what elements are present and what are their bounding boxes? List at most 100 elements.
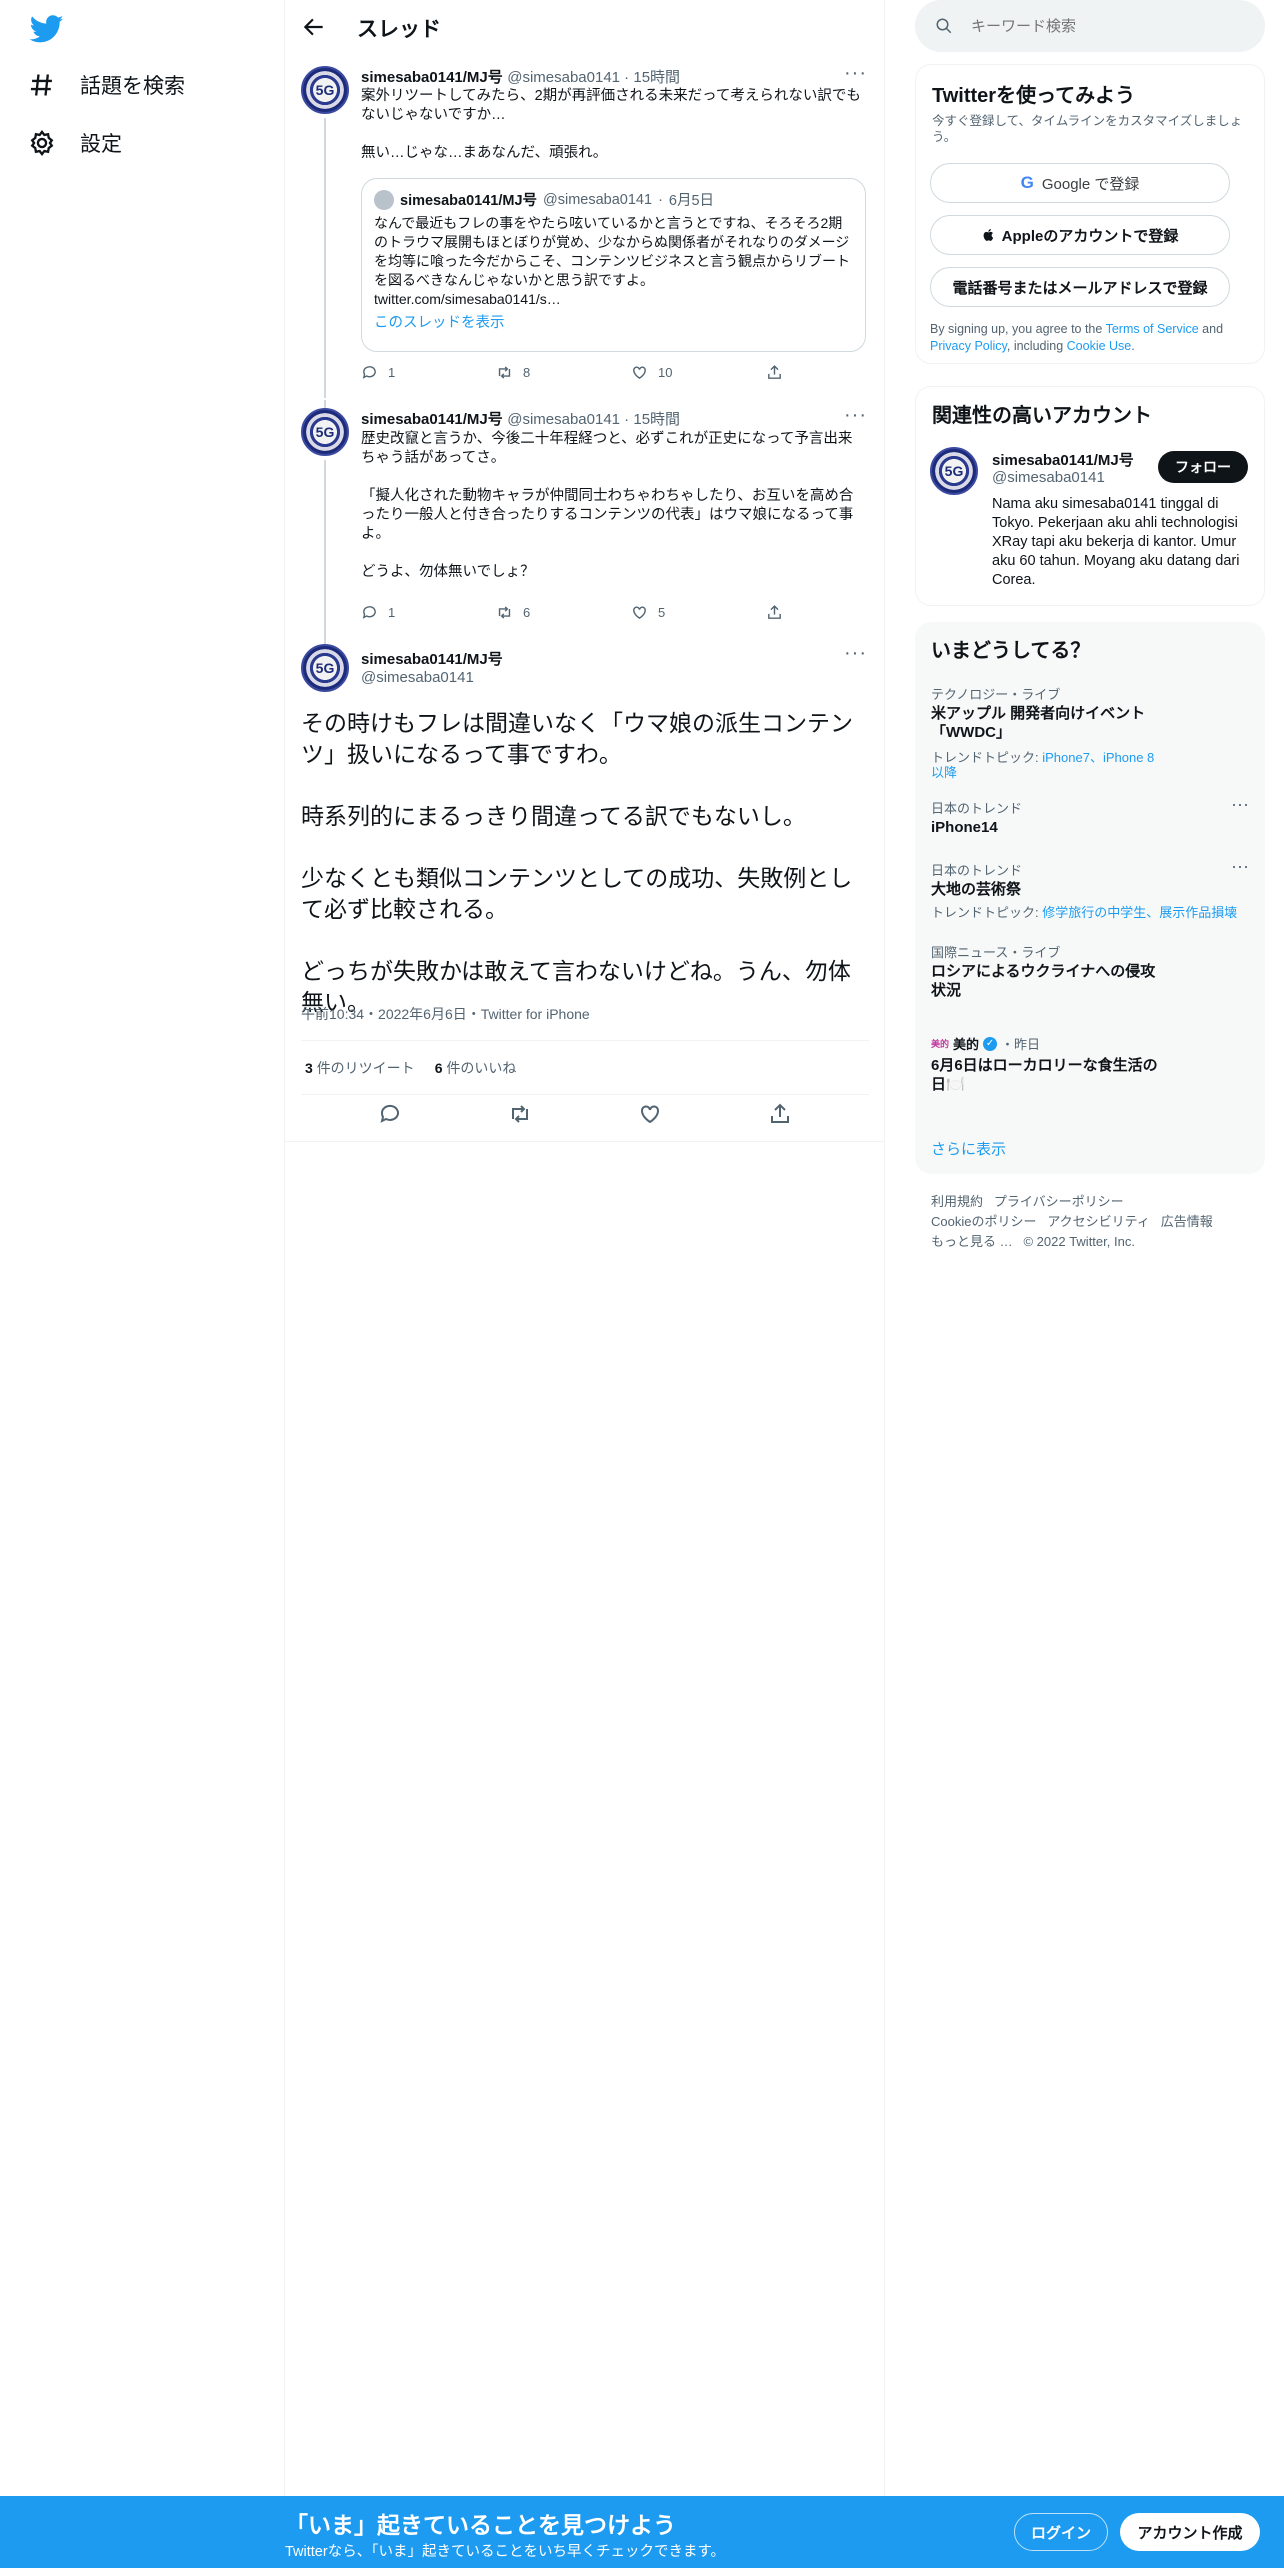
more-options-icon[interactable]: ··· bbox=[844, 642, 867, 665]
trend-title: iPhone14 bbox=[931, 819, 998, 836]
related-account-name[interactable]: simesaba0141/MJ号 bbox=[992, 449, 1134, 470]
author-name[interactable]: simesaba0141/MJ号 bbox=[361, 648, 503, 669]
author-name[interactable]: simesaba0141/MJ号 bbox=[361, 411, 503, 428]
verified-badge-icon: ✓ bbox=[983, 1036, 998, 1051]
trend-subtitle-prefix: トレンドトピック: bbox=[931, 750, 1043, 765]
privacy-policy-link[interactable]: Privacy Policy bbox=[930, 339, 1007, 353]
trend-category: 国際ニュース・ライブ bbox=[931, 945, 1061, 960]
trend-topic-links[interactable]: 修学旅行の中学生、展示作品損壊 bbox=[1042, 905, 1237, 920]
avatar-text: 5G bbox=[315, 660, 335, 676]
login-button[interactable]: ログイン bbox=[1014, 2513, 1108, 2551]
footer-more-link[interactable]: もっと見る … bbox=[931, 1234, 1013, 1249]
tweet-text: 歴史改竄と言うか、今後二十年程経つと、必ずこれが正史になって予言出来ちゃう話があ… bbox=[361, 431, 854, 580]
retweet-count: 8 bbox=[523, 365, 531, 380]
avatar-text: 5G bbox=[315, 82, 335, 98]
like-button[interactable]: 5 bbox=[631, 604, 766, 621]
google-signup-button[interactable]: G Google で登録 bbox=[930, 163, 1230, 203]
heart-icon[interactable] bbox=[638, 1102, 662, 1126]
twitter-logo-icon[interactable] bbox=[30, 12, 64, 46]
more-options-icon[interactable]: ··· bbox=[1231, 856, 1249, 877]
likes-stat-label: 件のいいね bbox=[446, 1060, 517, 1076]
tweet-timestamp[interactable]: 午前10:34・2022年6月6日・Twitter for iPhone bbox=[301, 1004, 590, 1024]
terms-of-service-link[interactable]: Terms of Service bbox=[1106, 322, 1199, 336]
trend-item[interactable]: 日本のトレンド 大地の芸術祭 トレンドトピック: 修学旅行の中学生、展示作品損壊… bbox=[915, 856, 1265, 930]
footer-ads-link[interactable]: 広告情報 bbox=[1161, 1214, 1213, 1229]
show-more-link[interactable]: さらに表示 bbox=[931, 1138, 1006, 1159]
trend-item[interactable]: 美的 美的 ✓ ・昨日 6月6日はローカロリーな食生活の日🍽️ bbox=[915, 1034, 1265, 1104]
avatar[interactable]: 5G bbox=[301, 644, 349, 692]
retweet-icon bbox=[498, 366, 511, 379]
like-button[interactable]: 10 bbox=[631, 364, 766, 381]
thread-connector bbox=[324, 632, 326, 644]
nav-settings[interactable]: 設定 bbox=[28, 128, 122, 158]
retweet-icon[interactable] bbox=[508, 1102, 532, 1126]
retweet-button[interactable]: 6 bbox=[496, 604, 631, 621]
show-thread-link[interactable]: このスレッドを表示 bbox=[374, 311, 853, 332]
search-input[interactable] bbox=[969, 16, 1229, 36]
retweet-button[interactable]: 8 bbox=[496, 364, 631, 381]
footer-cookie-link[interactable]: Cookieのポリシー bbox=[931, 1214, 1036, 1229]
footer-terms-link[interactable]: 利用規約 bbox=[931, 1194, 983, 1209]
reply-icon[interactable] bbox=[378, 1102, 402, 1126]
quote-time: 6月5日 bbox=[668, 193, 715, 209]
thread-connector bbox=[324, 118, 326, 398]
author-name[interactable]: simesaba0141/MJ号 bbox=[361, 69, 503, 86]
trend-item[interactable]: 日本のトレンド iPhone14 ··· bbox=[915, 794, 1265, 858]
bottom-signup-bar: 「いま」起きていることを見つけよう Twitterなら、「いま」起きていることを… bbox=[0, 2496, 1284, 2568]
footer-accessibility-link[interactable]: アクセシビリティ bbox=[1047, 1214, 1150, 1229]
like-count: 10 bbox=[658, 365, 673, 380]
tweet-time[interactable]: 15時間 bbox=[633, 411, 680, 428]
retweet-count: 6 bbox=[523, 605, 531, 620]
nav-explore[interactable]: 話題を検索 bbox=[28, 70, 185, 100]
avatar-text: 5G bbox=[944, 463, 964, 479]
share-icon[interactable] bbox=[768, 1102, 792, 1126]
quote-author-line: simesaba0141/MJ号 @simesaba0141 · 6月5日 bbox=[374, 189, 853, 210]
signup-subtitle: 今すぐ登録して、タイムラインをカスタマイズしましょう。 bbox=[932, 114, 1243, 144]
thread-tweet-2[interactable]: 5G simesaba0141/MJ号 @simesaba0141 · 15時間… bbox=[285, 400, 885, 640]
retweets-stat[interactable]: 3 件のリツイート bbox=[305, 1058, 415, 1078]
author-handle: @simesaba0141 bbox=[507, 411, 621, 428]
nav-settings-label: 設定 bbox=[80, 133, 122, 156]
retweets-stat-count: 3 bbox=[305, 1060, 313, 1076]
quote-tweet[interactable]: simesaba0141/MJ号 @simesaba0141 · 6月5日 なんで最… bbox=[361, 178, 866, 352]
search-bar[interactable] bbox=[915, 0, 1265, 52]
reply-count: 1 bbox=[388, 365, 396, 380]
more-options-icon[interactable]: ··· bbox=[1231, 794, 1249, 815]
related-accounts-card: 関連性の高いアカウント 5G simesaba0141/MJ号 @simesab… bbox=[915, 386, 1265, 606]
author-handle: @simesaba0141 bbox=[361, 669, 474, 686]
trend-category: 日本のトレンド bbox=[931, 801, 1023, 816]
thread-tweet-1[interactable]: 5G simesaba0141/MJ号 @simesaba0141 · 15時間… bbox=[285, 56, 885, 398]
share-button[interactable] bbox=[766, 604, 901, 621]
cookie-use-link[interactable]: Cookie Use bbox=[1067, 339, 1132, 353]
reply-count: 1 bbox=[388, 605, 396, 620]
back-arrow-icon[interactable] bbox=[301, 14, 327, 40]
follow-button[interactable]: フォロー bbox=[1158, 451, 1248, 483]
trends-title: いまどうしてる？ bbox=[931, 640, 1091, 662]
terms-including: , including bbox=[1006, 339, 1067, 353]
more-options-icon[interactable]: ··· bbox=[844, 404, 867, 427]
trend-item[interactable]: 国際ニュース・ライブ ロシアによるウクライナへの侵攻状況 bbox=[915, 942, 1265, 1012]
left-navigation: 話題を検索 設定 bbox=[0, 0, 285, 2496]
divider bbox=[301, 1094, 869, 1095]
phone-signup-label: 電話番号またはメールアドレスで登録 bbox=[952, 279, 1208, 297]
avatar[interactable]: 5G bbox=[301, 66, 349, 114]
trend-item[interactable]: テクノロジー・ライブ 米アップル 開発者向けイベント「WWDC」 トレンドトピッ… bbox=[915, 676, 1265, 780]
trend-source-line: 美的 美的 ✓ ・昨日 bbox=[931, 1034, 1040, 1053]
share-button[interactable] bbox=[766, 364, 901, 381]
more-options-icon[interactable]: ··· bbox=[844, 62, 867, 85]
apple-icon bbox=[983, 229, 993, 241]
likes-stat[interactable]: 6 件のいいね bbox=[435, 1058, 517, 1078]
quote-author-handle: @simesaba0141 bbox=[543, 191, 653, 208]
reply-button[interactable]: 1 bbox=[361, 364, 496, 381]
phone-signup-button[interactable]: 電話番号またはメールアドレスで登録 bbox=[930, 267, 1230, 307]
tweet-time[interactable]: 15時間 bbox=[633, 69, 680, 86]
reply-button[interactable]: 1 bbox=[361, 604, 496, 621]
avatar[interactable]: 5G bbox=[301, 408, 349, 456]
retweets-stat-label: 件のリツイート bbox=[316, 1060, 415, 1076]
trend-source-name: 美的 bbox=[953, 1037, 980, 1052]
create-account-button[interactable]: アカウント作成 bbox=[1120, 2513, 1260, 2551]
terms-and: and bbox=[1198, 322, 1224, 336]
avatar[interactable]: 5G bbox=[930, 447, 978, 495]
apple-signup-button[interactable]: Appleのアカウントで登録 bbox=[930, 215, 1230, 255]
footer-privacy-link[interactable]: プライバシーポリシー bbox=[994, 1194, 1124, 1209]
